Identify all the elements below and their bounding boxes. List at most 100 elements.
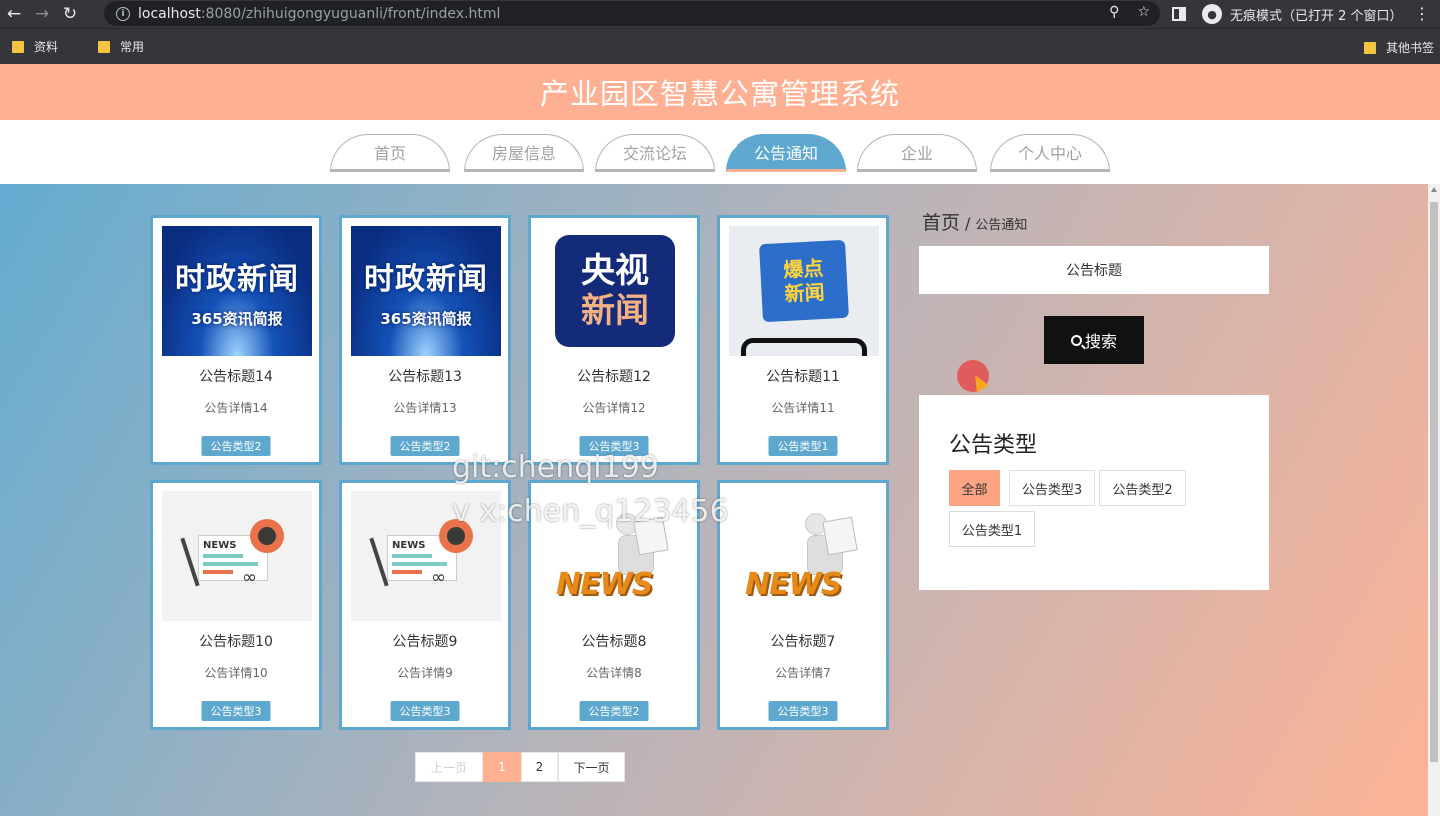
back-icon[interactable]: ← — [0, 0, 28, 28]
scroll-up-icon[interactable] — [1431, 187, 1437, 192]
notice-title[interactable]: 公告标题14 — [153, 366, 319, 386]
search-button-label: 搜索 — [1084, 332, 1117, 351]
page-2-button[interactable]: 2 — [521, 752, 558, 782]
notice-card[interactable]: NEWS ∞ 公告标题10 公告详情10 公告类型3 — [150, 480, 322, 730]
notice-type-badge: 公告类型2 — [201, 436, 271, 456]
prev-page-button[interactable]: 上一页 — [415, 752, 483, 782]
cctv-logo: 央视 新闻 — [555, 235, 675, 347]
search-button[interactable]: 搜索 — [1044, 316, 1144, 364]
incognito-label[interactable]: 无痕模式（已打开 2 个窗口） — [1230, 5, 1403, 24]
notice-title[interactable]: 公告标题7 — [720, 631, 886, 651]
url-host: localhost — [138, 5, 201, 22]
notice-type-badge: 公告类型3 — [201, 701, 271, 721]
burst-badge: 爆点 新闻 — [759, 239, 849, 323]
notice-image[interactable]: 爆点 新闻 — [729, 226, 879, 356]
nav-tab-home[interactable]: 首页 — [330, 134, 450, 172]
notice-type-badge: 公告类型1 — [768, 436, 838, 456]
page-scrollbar[interactable] — [1428, 184, 1440, 816]
image-text: NEWS — [556, 567, 653, 602]
main-nav: 首页 房屋信息 交流论坛 公告通知 企业 个人中心 — [0, 120, 1440, 184]
notice-image[interactable]: NEWS ∞ — [162, 491, 312, 621]
nav-tab-enterprise[interactable]: 企业 — [857, 134, 977, 172]
type-filter-panel: 公告类型 全部 公告类型3 公告类型2 公告类型1 — [919, 395, 1269, 590]
type-filter-3[interactable]: 公告类型3 — [1009, 470, 1095, 506]
incognito-icon[interactable]: ● — [1202, 4, 1222, 24]
notice-desc: 公告详情11 — [771, 401, 835, 415]
bookmark-folder-changyong[interactable]: 常用 — [98, 38, 144, 55]
image-text: 央视 — [581, 251, 649, 291]
other-bookmarks-label: 其他书签 — [1386, 41, 1435, 55]
notice-card[interactable]: NEWS 公告标题7 公告详情7 公告类型3 — [717, 480, 889, 730]
notice-title[interactable]: 公告标题11 — [720, 366, 886, 386]
bookmark-folder-ziliao[interactable]: 资料 — [12, 38, 58, 55]
side-panel-icon[interactable] — [1172, 7, 1186, 21]
notice-desc: 公告详情14 — [204, 401, 268, 415]
notice-type-badge: 公告类型2 — [579, 701, 649, 721]
pagination: 上一页 1 2 下一页 — [415, 752, 625, 782]
nav-tab-notices[interactable]: 公告通知 — [726, 134, 846, 172]
notice-desc: 公告详情9 — [397, 666, 453, 680]
notice-title[interactable]: 公告标题8 — [531, 631, 697, 651]
image-text: NEWS — [203, 540, 237, 551]
notice-image[interactable]: NEWS — [729, 491, 879, 621]
glasses-icon: ∞ — [431, 567, 446, 588]
image-text: 爆点 — [782, 255, 824, 283]
breadcrumb: 首页 / 公告通知 — [922, 208, 1027, 235]
page-1-button[interactable]: 1 — [483, 752, 521, 782]
notice-card[interactable]: 央视 新闻 公告标题12 公告详情12 公告类型3 — [528, 215, 700, 465]
folder-icon — [12, 40, 24, 53]
notice-title[interactable]: 公告标题12 — [531, 366, 697, 386]
search-input[interactable]: 公告标题 — [919, 246, 1269, 294]
type-filter-2[interactable]: 公告类型2 — [1099, 470, 1186, 506]
info-icon[interactable]: i — [116, 6, 130, 21]
address-bar[interactable]: i localhost:8080/zhihuigongyuguanli/fron… — [104, 1, 1160, 26]
pen-icon — [369, 537, 389, 587]
image-text: 时政新闻 — [364, 261, 488, 297]
next-page-button[interactable]: 下一页 — [558, 752, 625, 782]
type-filter-all[interactable]: 全部 — [949, 470, 1000, 506]
notice-card[interactable]: 时政新闻 365资讯简报 公告标题14 公告详情14 公告类型2 — [150, 215, 322, 465]
notice-desc: 公告详情13 — [393, 401, 457, 415]
other-bookmarks[interactable]: 其他书签 — [1364, 39, 1434, 56]
image-text: NEWS — [392, 540, 426, 551]
nav-tab-profile[interactable]: 个人中心 — [990, 134, 1110, 172]
type-filter-1[interactable]: 公告类型1 — [949, 511, 1035, 547]
notice-card[interactable]: 时政新闻 365资讯简报 公告标题13 公告详情13 公告类型2 — [339, 215, 511, 465]
notice-title[interactable]: 公告标题9 — [342, 631, 508, 651]
browser-menu-icon[interactable]: ⋮ — [1414, 4, 1430, 23]
notice-image[interactable]: 央视 新闻 — [540, 226, 690, 356]
notice-desc: 公告详情7 — [775, 666, 831, 680]
key-icon[interactable]: ⚲ — [1109, 4, 1119, 20]
image-text: 时政新闻 — [175, 261, 299, 297]
breadcrumb-home[interactable]: 首页 — [922, 208, 960, 235]
bookmarks-bar: 资料 常用 其他书签 — [0, 28, 1440, 64]
bookmark-label: 常用 — [120, 40, 145, 54]
star-icon[interactable]: ☆ — [1137, 4, 1150, 20]
folder-icon — [98, 40, 111, 53]
notice-image[interactable]: 时政新闻 365资讯简报 — [162, 226, 312, 356]
glasses-icon: ∞ — [242, 567, 257, 588]
image-text: NEWS — [745, 567, 842, 602]
image-text: 新闻 — [581, 291, 649, 331]
type-panel-title: 公告类型 — [949, 433, 1038, 458]
image-text: 365资讯简报 — [380, 309, 472, 328]
reload-icon[interactable]: ↻ — [56, 0, 84, 28]
notice-desc: 公告详情8 — [586, 666, 642, 680]
bookmark-label: 资料 — [34, 40, 59, 54]
notice-type-badge: 公告类型3 — [768, 701, 838, 721]
site-title: 产业园区智慧公寓管理系统 — [539, 77, 900, 111]
forward-icon[interactable]: → — [28, 0, 56, 28]
notice-title[interactable]: 公告标题13 — [342, 366, 508, 386]
image-text: 新闻 — [784, 279, 826, 307]
notice-desc: 公告详情10 — [204, 666, 268, 680]
nav-tab-forum[interactable]: 交流论坛 — [595, 134, 715, 172]
notice-title[interactable]: 公告标题10 — [153, 631, 319, 651]
scroll-thumb[interactable] — [1430, 202, 1438, 762]
phone-icon — [741, 338, 867, 356]
notice-card[interactable]: 爆点 新闻 公告标题11 公告详情11 公告类型1 — [717, 215, 889, 465]
nav-tab-house-info[interactable]: 房屋信息 — [464, 134, 584, 172]
breadcrumb-separator: / — [965, 214, 971, 233]
notice-image[interactable]: 时政新闻 365资讯简报 — [351, 226, 501, 356]
watermark-line-1: git:chenqi199 — [452, 450, 659, 485]
pen-icon — [180, 537, 200, 587]
